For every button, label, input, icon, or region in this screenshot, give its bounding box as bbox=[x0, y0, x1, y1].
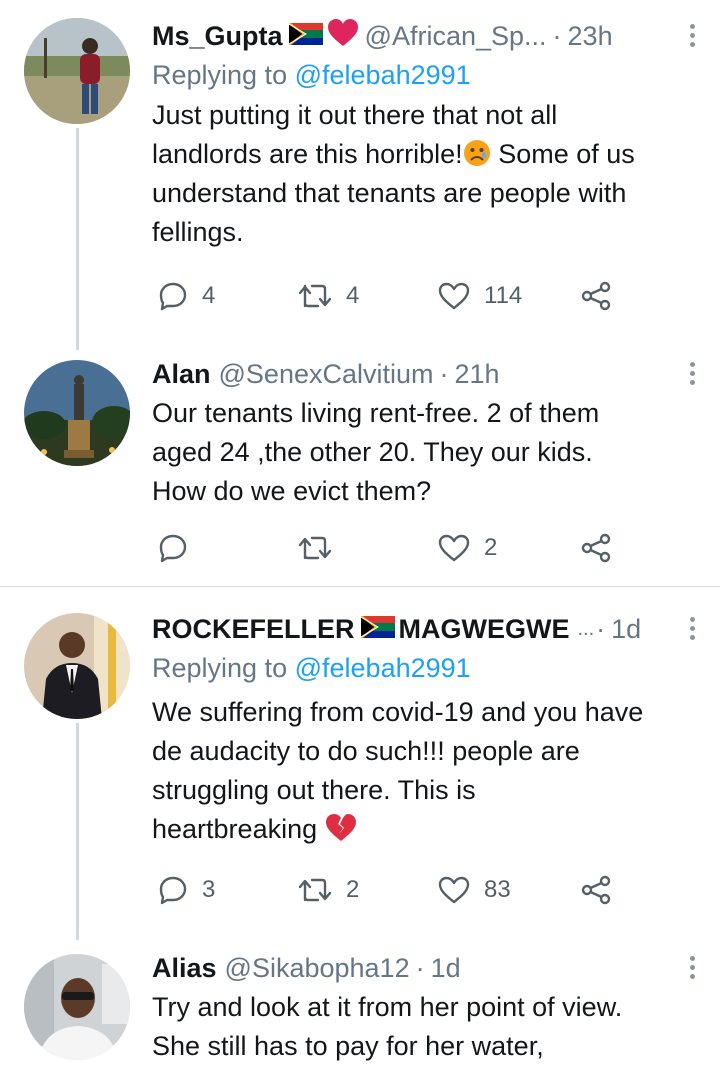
broken-heart-emoji bbox=[325, 814, 356, 842]
timestamp[interactable]: 23h bbox=[568, 21, 613, 52]
reply-count: 4 bbox=[202, 282, 216, 309]
thread-line bbox=[76, 723, 79, 940]
heart-icon bbox=[438, 534, 470, 562]
sad-face-emoji bbox=[463, 139, 491, 167]
like-button[interactable]: 114 bbox=[438, 276, 522, 316]
handle[interactable]: @SenexCalvitium bbox=[219, 359, 434, 390]
retweet-icon bbox=[298, 878, 332, 902]
avatar[interactable] bbox=[24, 954, 130, 1060]
retweet-count: 4 bbox=[346, 282, 360, 309]
like-button[interactable]: 83 bbox=[438, 870, 511, 910]
replying-to: Replying to @felebah2991 bbox=[152, 653, 471, 683]
reply-icon bbox=[159, 282, 187, 311]
reply-icon bbox=[159, 534, 187, 563]
tweet-ms-gupta[interactable]: Ms_Gupta @African_Sp... · 23h Replying t… bbox=[0, 0, 720, 350]
retweet-button[interactable] bbox=[298, 528, 346, 568]
reply-button[interactable]: 3 bbox=[158, 870, 215, 910]
share-button[interactable] bbox=[580, 528, 612, 568]
handle[interactable]: @African_Sp... bbox=[365, 21, 547, 52]
reply-button[interactable]: 4 bbox=[158, 276, 215, 316]
like-count: 114 bbox=[484, 282, 523, 309]
avatar[interactable] bbox=[24, 18, 130, 124]
avatar[interactable] bbox=[24, 613, 130, 719]
share-icon bbox=[581, 875, 611, 905]
timestamp[interactable]: 1d bbox=[611, 614, 641, 645]
tweet-alias[interactable]: Alias @Sikabopha12 · 1d Try and look at … bbox=[0, 940, 720, 1075]
more-vertical-icon[interactable] bbox=[688, 952, 696, 983]
timestamp[interactable]: 1d bbox=[431, 953, 461, 984]
south-africa-flag bbox=[359, 614, 395, 645]
share-icon bbox=[581, 281, 611, 311]
more-vertical-icon[interactable] bbox=[688, 613, 696, 644]
tweet-header: ROCKEFELLER MAGWEGWE ... · 1d bbox=[152, 613, 642, 645]
retweet-icon bbox=[298, 536, 332, 560]
tweet-alan[interactable]: Alan @SenexCalvitium · 21h Our tenants l… bbox=[0, 350, 720, 586]
share-button[interactable] bbox=[580, 276, 612, 316]
replying-to: Replying to @felebah2991 bbox=[152, 60, 471, 90]
like-count: 83 bbox=[484, 876, 511, 903]
display-name[interactable]: ROCKEFELLER bbox=[152, 614, 355, 645]
south-africa-flag bbox=[287, 21, 323, 52]
tweet-header: Alias @Sikabopha12 · 1d bbox=[152, 952, 461, 984]
heart-icon bbox=[438, 876, 470, 904]
thread-line bbox=[76, 128, 79, 350]
reply-button[interactable] bbox=[158, 528, 202, 568]
avatar[interactable] bbox=[24, 360, 130, 466]
retweet-count: 2 bbox=[346, 876, 360, 903]
heart-icon bbox=[438, 282, 470, 310]
tweet-rockefeller[interactable]: ROCKEFELLER MAGWEGWE ... · 1d Replying t… bbox=[0, 587, 720, 940]
share-icon bbox=[581, 533, 611, 563]
reply-count: 3 bbox=[202, 876, 216, 903]
tweet-text: Just putting it out there that not all l… bbox=[152, 100, 635, 247]
mention-link[interactable]: @felebah2991 bbox=[295, 653, 471, 683]
handle[interactable]: @Sikabopha12 bbox=[225, 953, 410, 984]
retweet-button[interactable]: 2 bbox=[298, 870, 359, 910]
retweet-button[interactable]: 4 bbox=[298, 276, 359, 316]
tweet-text: Our tenants living rent-free. 2 of them … bbox=[152, 398, 600, 506]
more-vertical-icon[interactable] bbox=[688, 358, 696, 389]
display-name[interactable]: Alias bbox=[152, 953, 217, 984]
share-button[interactable] bbox=[580, 870, 612, 910]
reply-icon bbox=[159, 876, 187, 905]
display-name[interactable]: Ms_Gupta bbox=[152, 21, 283, 52]
mention-link[interactable]: @felebah2991 bbox=[295, 60, 471, 90]
more-vertical-icon[interactable] bbox=[688, 20, 696, 51]
retweet-icon bbox=[298, 284, 332, 308]
tweet-text: We suffering from covid-19 and you have … bbox=[152, 697, 644, 844]
like-button[interactable]: 2 bbox=[438, 528, 497, 568]
display-name-cont[interactable]: MAGWEGWE bbox=[399, 614, 570, 645]
heart-icon bbox=[327, 18, 359, 54]
timestamp[interactable]: 21h bbox=[455, 359, 500, 390]
tweet-text: Try and look at it from her point of vie… bbox=[152, 992, 623, 1061]
like-count: 2 bbox=[484, 534, 498, 561]
tweet-header: Alan @SenexCalvitium · 21h bbox=[152, 358, 500, 390]
display-name[interactable]: Alan bbox=[152, 359, 211, 390]
tweet-header: Ms_Gupta @African_Sp... · 23h bbox=[152, 16, 700, 56]
